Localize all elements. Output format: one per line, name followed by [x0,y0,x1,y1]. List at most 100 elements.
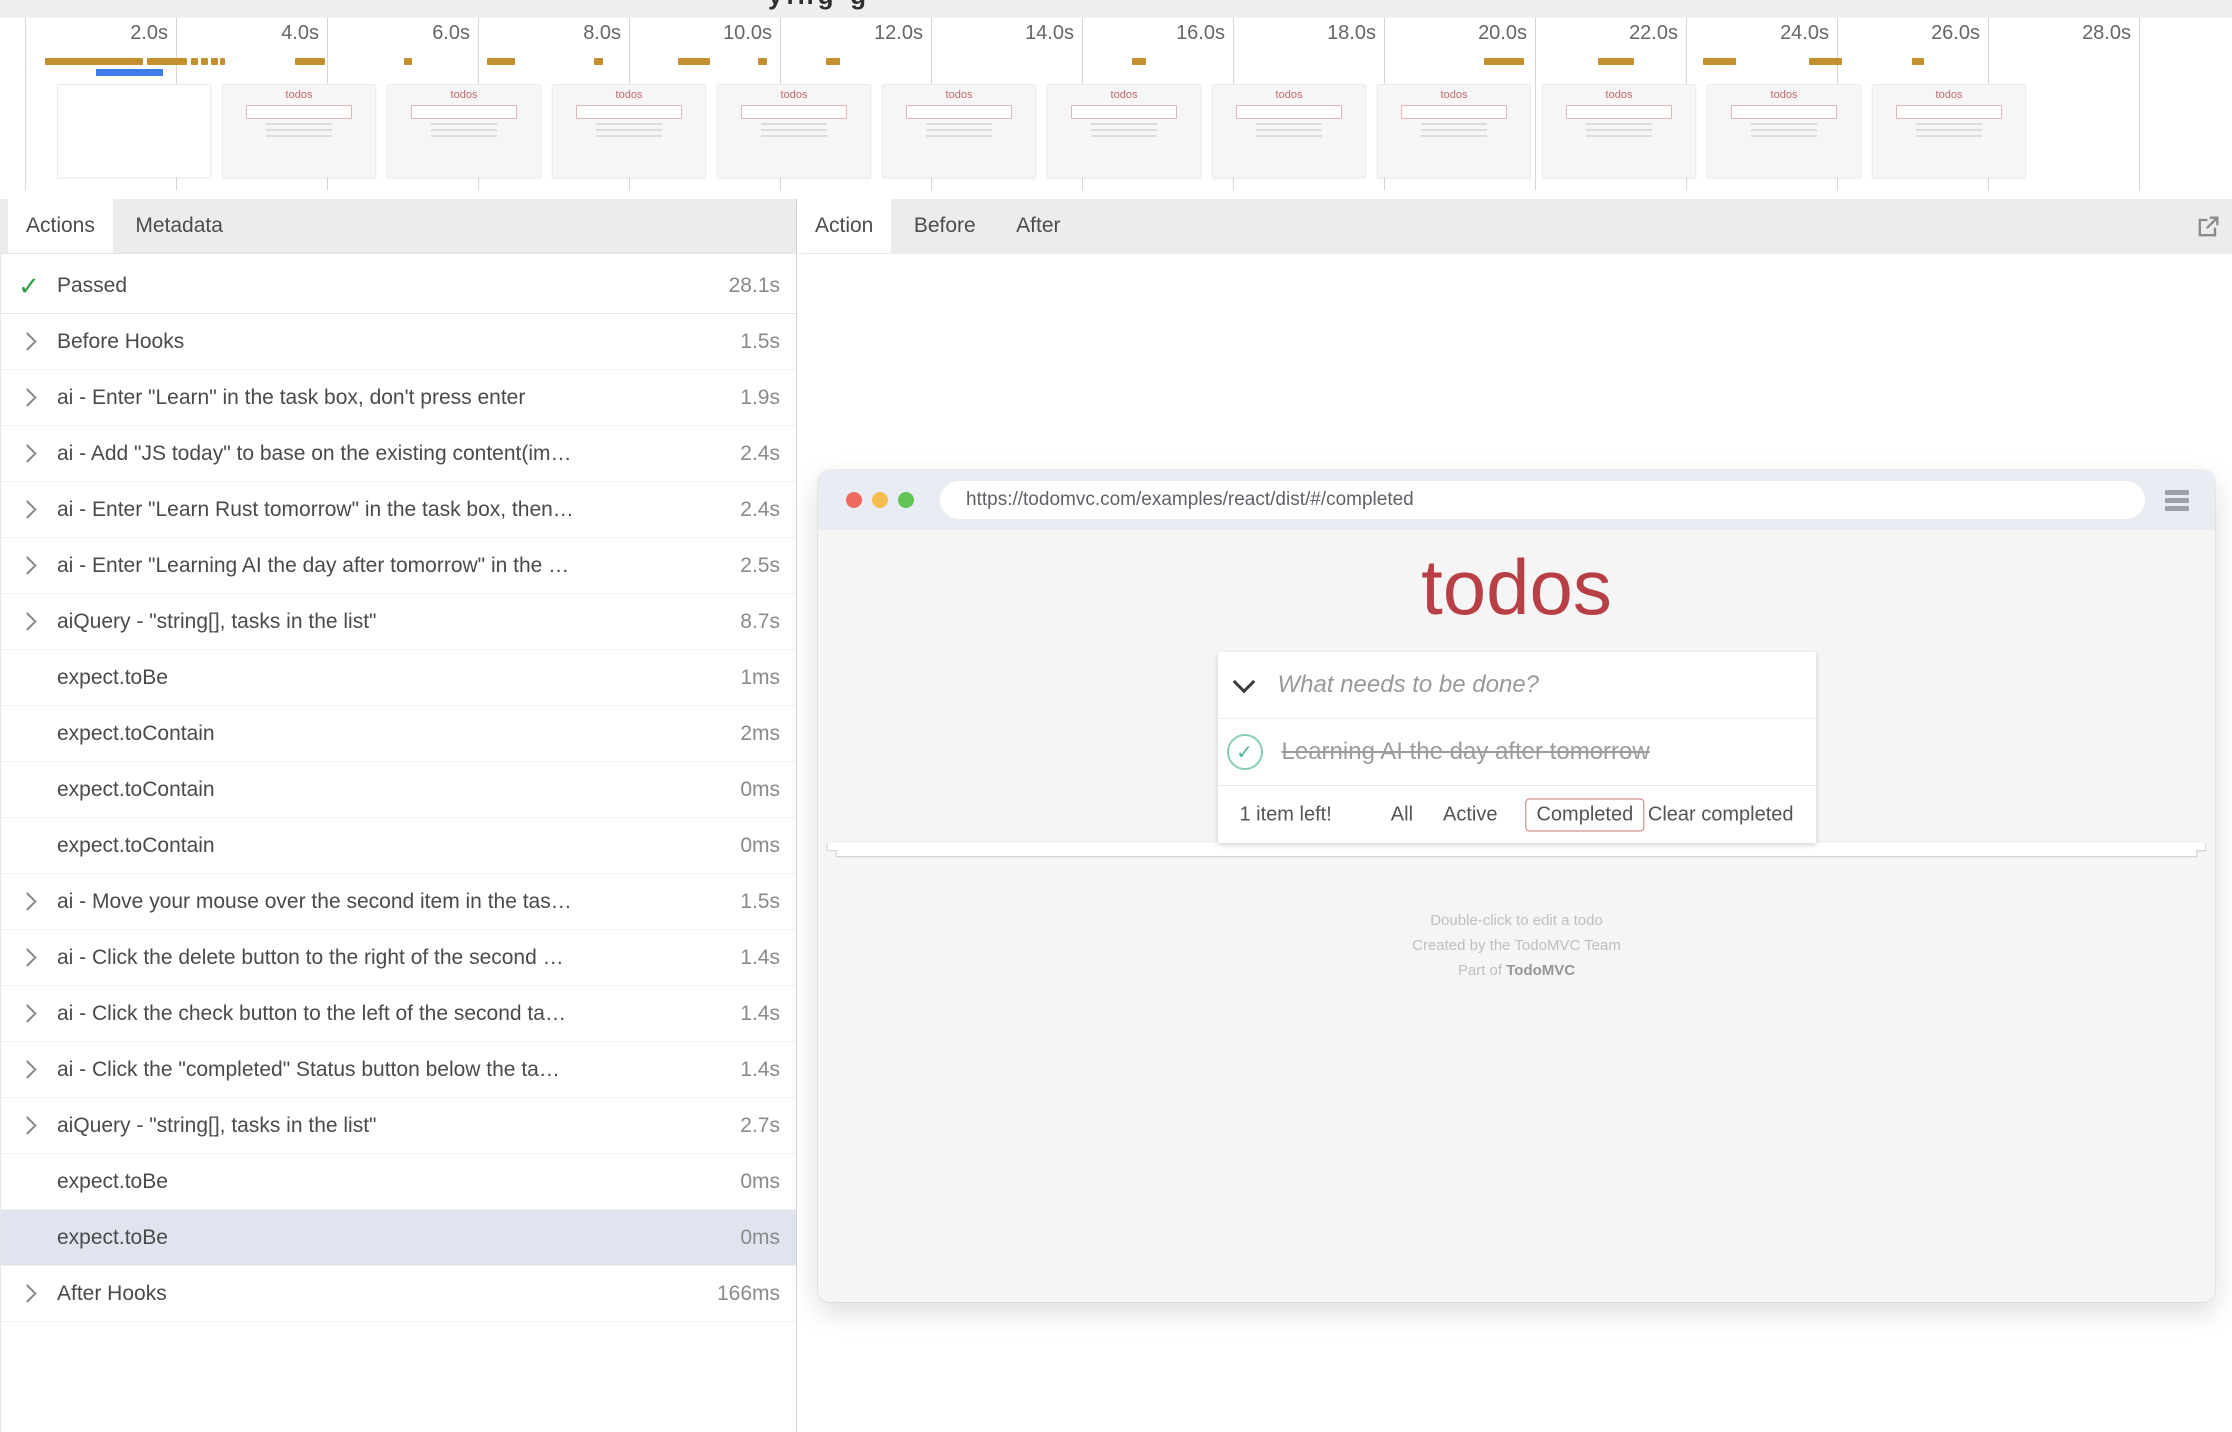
action-row-duration: 8.7s [740,610,796,634]
action-row[interactable]: After Hooks166ms [1,1266,796,1322]
action-row[interactable]: ai - Click the delete button to the righ… [1,930,796,986]
thumbnail-sketch [906,105,1011,119]
filmstrip-thumbnail[interactable]: todos [717,84,871,178]
thumbnail-title: todos [553,89,705,101]
action-row-label: expect.toBe [57,1226,168,1250]
timeline-tick-label: 12.0s [874,22,923,45]
action-row[interactable]: ai - Click the check button to the left … [1,986,796,1042]
thumbnail-sketch-line [596,135,663,137]
timeline-tick-label: 22.0s [1629,22,1678,45]
action-time-marker [220,58,225,65]
traffic-light-zoom[interactable] [898,492,914,508]
open-external-icon [2194,213,2222,241]
expand-chevron-icon[interactable] [1,335,57,348]
expand-chevron-icon[interactable] [1,503,57,516]
timeline-tick-label: 8.0s [583,22,621,45]
tab-action[interactable]: Action [797,199,891,253]
action-row[interactable]: expect.toBe1ms [1,650,796,706]
filmstrip-thumbnail[interactable]: todos [222,84,376,178]
action-row[interactable]: expect.toContain2ms [1,706,796,762]
timeline-tick-label: 24.0s [1780,22,1829,45]
expand-chevron-icon[interactable] [1,447,57,460]
items-left-count: 1 item left! [1240,803,1332,826]
toggle-all-chevron-icon[interactable] [1232,671,1255,694]
action-row-duration: 1.4s [740,1002,796,1026]
todo-toggle-checked-icon[interactable]: ✓ [1227,734,1263,770]
tab-actions[interactable]: Actions [8,199,113,253]
filmstrip-thumbnail[interactable]: todos [1542,84,1696,178]
thumbnail-sketch-line [431,135,498,137]
thumbnail-sketch-line [926,129,993,131]
filmstrip-thumbnail[interactable]: todos [1707,84,1861,178]
filmstrip-thumbnail[interactable]: todos [1377,84,1531,178]
action-row[interactable]: ai - Enter "Learn Rust tomorrow" in the … [1,482,796,538]
timeline-gridline [2139,18,2140,190]
action-row[interactable]: expect.toBe0ms [1,1154,796,1210]
expand-chevron-icon[interactable] [1,1063,57,1076]
chevron-right-icon [18,332,36,350]
expand-chevron-icon[interactable] [1,951,57,964]
action-row-label: expect.toBe [57,1170,168,1194]
action-row[interactable]: expect.toContain0ms [1,762,796,818]
tab-after[interactable]: After [998,199,1078,253]
thumbnail-sketch-line [431,123,498,125]
action-row[interactable]: ✓Passed28.1s [1,258,796,314]
thumbnail-sketch-line [1256,135,1323,137]
action-row-label: expect.toBe [57,666,168,690]
expand-chevron-icon[interactable] [1,559,57,572]
filmstrip-thumbnail[interactable]: todos [1872,84,2026,178]
thumbnail-sketch [741,105,846,119]
timeline-gridline [1535,18,1536,190]
filter-active[interactable]: Active [1441,799,1499,830]
action-row[interactable]: aiQuery - "string[], tasks in the list"2… [1,1098,796,1154]
expand-chevron-icon[interactable] [1,1119,57,1132]
action-row[interactable]: expect.toContain0ms [1,818,796,874]
action-row[interactable]: ai - Enter "Learning AI the day after to… [1,538,796,594]
todo-item-label: Learning AI the day after tomorrow [1282,738,1650,766]
traffic-light-minimize[interactable] [872,492,888,508]
thumbnail-sketch-line [1091,129,1158,131]
filmstrip-thumbnail[interactable]: todos [1212,84,1366,178]
thumbnail-sketch [1236,105,1341,119]
action-row[interactable]: Before Hooks1.5s [1,314,796,370]
url-bar[interactable]: https://todomvc.com/examples/react/dist/… [940,481,2145,519]
thumbnail-sketch-line [1586,135,1653,137]
filmstrip-thumbnail[interactable]: todos [882,84,1036,178]
open-external-button[interactable] [2192,211,2224,243]
action-row-duration: 1.5s [740,890,796,914]
filter-all[interactable]: All [1389,799,1415,830]
action-row[interactable]: expect.toBe0ms [1,1210,796,1266]
tab-metadata[interactable]: Metadata [117,199,241,253]
action-row[interactable]: aiQuery - "string[], tasks in the list"8… [1,594,796,650]
new-todo-input[interactable]: What needs to be done? [1278,671,1540,699]
tab-before[interactable]: Before [896,199,994,253]
todomvc-brand[interactable]: TodoMVC [1506,962,1575,979]
clear-completed-button[interactable]: Clear completed [1648,803,1794,826]
action-time-marker [1484,58,1524,65]
panel-divider[interactable] [796,199,797,1432]
filter-completed[interactable]: Completed [1525,798,1644,831]
filmstrip-thumbnail[interactable]: todos [552,84,706,178]
action-row[interactable]: ai - Enter "Learn" in the task box, don'… [1,370,796,426]
thumbnail-sketch [246,105,351,119]
action-row[interactable]: ai - Click the "completed" Status button… [1,1042,796,1098]
left-panel-tabbar: Actions Metadata [0,199,796,254]
action-row[interactable]: ai - Move your mouse over the second ite… [1,874,796,930]
expand-chevron-icon[interactable] [1,391,57,404]
thumbnail-sketch-line [1256,123,1323,125]
action-time-marker [147,58,187,65]
chevron-right-icon [18,892,36,910]
thumbnail-title: todos [223,89,375,101]
expand-chevron-icon[interactable] [1,615,57,628]
timeline[interactable]: ying-g 2.0s4.0s6.0s8.0s10.0s12.0s14.0s16… [0,0,2232,199]
expand-chevron-icon[interactable] [1,895,57,908]
filmstrip-thumbnail[interactable]: todos [387,84,541,178]
action-row-label: expect.toContain [57,778,215,802]
action-row[interactable]: ai - Add "JS today" to base on the exist… [1,426,796,482]
expand-chevron-icon[interactable] [1,1007,57,1020]
expand-chevron-icon[interactable] [1,1287,57,1300]
filmstrip-thumbnail[interactable] [57,84,211,178]
traffic-light-close[interactable] [846,492,862,508]
filmstrip-thumbnail[interactable]: todos [1047,84,1201,178]
hamburger-menu-icon[interactable] [2165,487,2189,514]
